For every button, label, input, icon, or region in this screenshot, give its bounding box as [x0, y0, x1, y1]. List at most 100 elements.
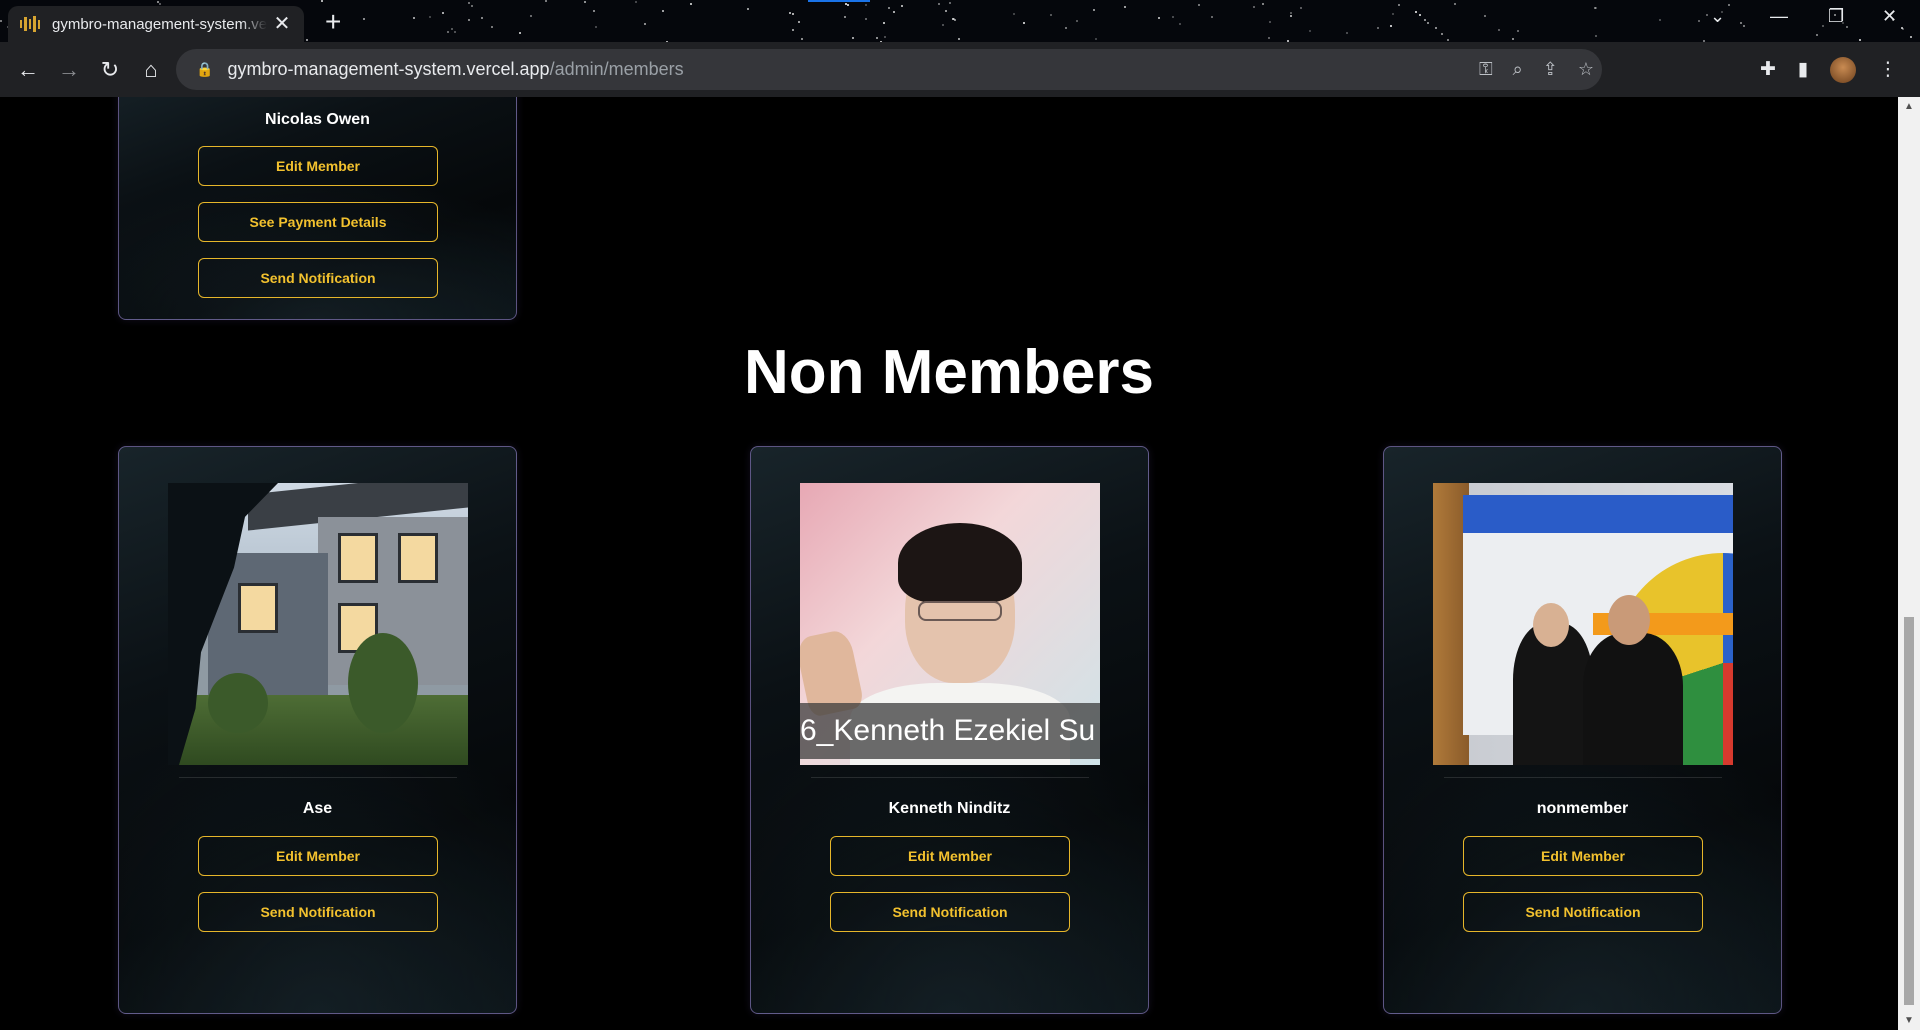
star-dot [1210, 15, 1213, 18]
star-dot [1391, 13, 1394, 16]
star-dot [634, 1, 637, 4]
browser-tab[interactable]: gymbro-management-system.vercel.app ✕ [8, 6, 304, 42]
star-dot [791, 28, 794, 31]
send-notification-button[interactable]: Send Notification [198, 258, 438, 298]
star-dot [1821, 25, 1824, 28]
star-dot [1376, 26, 1379, 29]
star-dot [1094, 38, 1097, 41]
non-member-name: Kenneth Ninditz [888, 800, 1011, 817]
star-dot [798, 20, 801, 23]
star-dot [1483, 14, 1486, 17]
share-icon[interactable]: ⇪ [1543, 59, 1558, 80]
send-notification-button[interactable]: Send Notification [1463, 892, 1703, 932]
star-dot [1434, 26, 1437, 29]
window-close-icon[interactable]: ✕ [1882, 6, 1897, 27]
star-dot [1289, 11, 1292, 14]
star-dot [1299, 7, 1302, 10]
star-dot [593, 10, 596, 13]
zoom-icon[interactable]: ⌕ [1513, 59, 1523, 80]
page-scrollbar[interactable]: ▲ ▼ [1898, 97, 1920, 1030]
star-dot [788, 11, 791, 14]
profile-avatar[interactable] [1830, 56, 1857, 83]
address-bar[interactable]: 🔒 gymbro-management-system.vercel.app/ad… [176, 49, 1602, 90]
star-dot [363, 17, 366, 20]
star-dot [1179, 22, 1182, 25]
tab-close-icon[interactable]: ✕ [272, 14, 292, 34]
bookmark-star-icon[interactable]: ☆ [1578, 59, 1594, 80]
star-dot [530, 14, 533, 17]
extensions-icon[interactable]: ✚ [1760, 58, 1776, 81]
star-dot [544, 0, 547, 2]
edit-member-button[interactable]: Edit Member [198, 146, 438, 186]
star-dot [1075, 20, 1078, 23]
tab-title: gymbro-management-system.vercel.app [52, 15, 267, 33]
lock-icon[interactable]: 🔒 [196, 61, 213, 78]
star-dot [1308, 29, 1311, 32]
card-divider [179, 777, 457, 778]
scroll-down-icon[interactable]: ▼ [1898, 1015, 1920, 1026]
star-dot [1658, 18, 1661, 21]
browser-tab-bar: gymbro-management-system.vercel.app ✕ + … [0, 0, 1920, 42]
send-notification-button[interactable]: Send Notification [830, 892, 1070, 932]
star-dot [1389, 24, 1392, 27]
star-dot [1123, 5, 1126, 8]
star-dot [1697, 19, 1700, 22]
star-dot [471, 5, 474, 8]
star-dot [888, 6, 891, 9]
star-dot [442, 12, 445, 15]
star-dot [1022, 22, 1025, 25]
non-member-name: nonmember [1536, 800, 1629, 817]
see-payment-details-button[interactable]: See Payment Details [198, 202, 438, 242]
reload-icon[interactable]: ↻ [90, 50, 130, 90]
star-dot [1397, 4, 1400, 7]
home-icon[interactable]: ⌂ [131, 50, 171, 90]
scroll-up-icon[interactable]: ▲ [1898, 101, 1920, 112]
star-dot [1171, 16, 1174, 19]
star-dot [583, 1, 586, 4]
menu-kebab-icon[interactable]: ⋮ [1878, 58, 1897, 81]
star-dot [1415, 11, 1418, 14]
star-dot [0, 20, 3, 23]
edit-member-button[interactable]: Edit Member [198, 836, 438, 876]
star-dot [159, 2, 162, 5]
star-dot [1453, 2, 1456, 5]
star-dot [490, 25, 493, 28]
edit-member-button[interactable]: Edit Member [1463, 836, 1703, 876]
chevron-down-icon[interactable]: ⌄ [1710, 6, 1725, 27]
star-dot [1742, 25, 1745, 28]
edit-member-button[interactable]: Edit Member [830, 836, 1070, 876]
side-panel-icon[interactable]: ▮ [1798, 58, 1808, 81]
back-icon[interactable]: ← [8, 50, 48, 90]
star-dot [1423, 19, 1426, 22]
star-dot [1910, 35, 1913, 38]
key-icon[interactable]: ⚿ [1479, 59, 1493, 80]
new-tab-icon[interactable]: + [325, 8, 341, 36]
tab-favicon-icon [20, 16, 41, 32]
star-dot [454, 31, 457, 34]
forward-icon[interactable]: → [49, 50, 89, 90]
star-dot [900, 5, 903, 8]
star-dot [1262, 3, 1265, 6]
star-dot [467, 2, 470, 5]
star-dot [451, 28, 454, 31]
star-dot [447, 31, 450, 34]
star-dot [320, 0, 323, 3]
star-dot [1268, 20, 1271, 23]
star-dot [481, 16, 484, 19]
browser-toolbar: ← → ↻ ⌂ 🔒 gymbro-management-system.verce… [0, 42, 1920, 97]
restore-icon[interactable]: ❐ [1828, 6, 1844, 27]
house-photo [168, 483, 468, 765]
minimize-icon[interactable]: — [1770, 6, 1788, 27]
star-dot [1511, 38, 1514, 41]
star-dot [941, 23, 944, 26]
send-notification-button[interactable]: Send Notification [198, 892, 438, 932]
card-divider [811, 777, 1089, 778]
scrollbar-thumb[interactable] [1904, 617, 1914, 1005]
star-dot [413, 16, 416, 19]
star-dot [1901, 27, 1904, 30]
star-dot [1594, 7, 1597, 10]
star-dot [1517, 29, 1520, 32]
star-dot [1595, 35, 1597, 38]
star-dot [944, 9, 947, 12]
star-dot [843, 15, 846, 18]
